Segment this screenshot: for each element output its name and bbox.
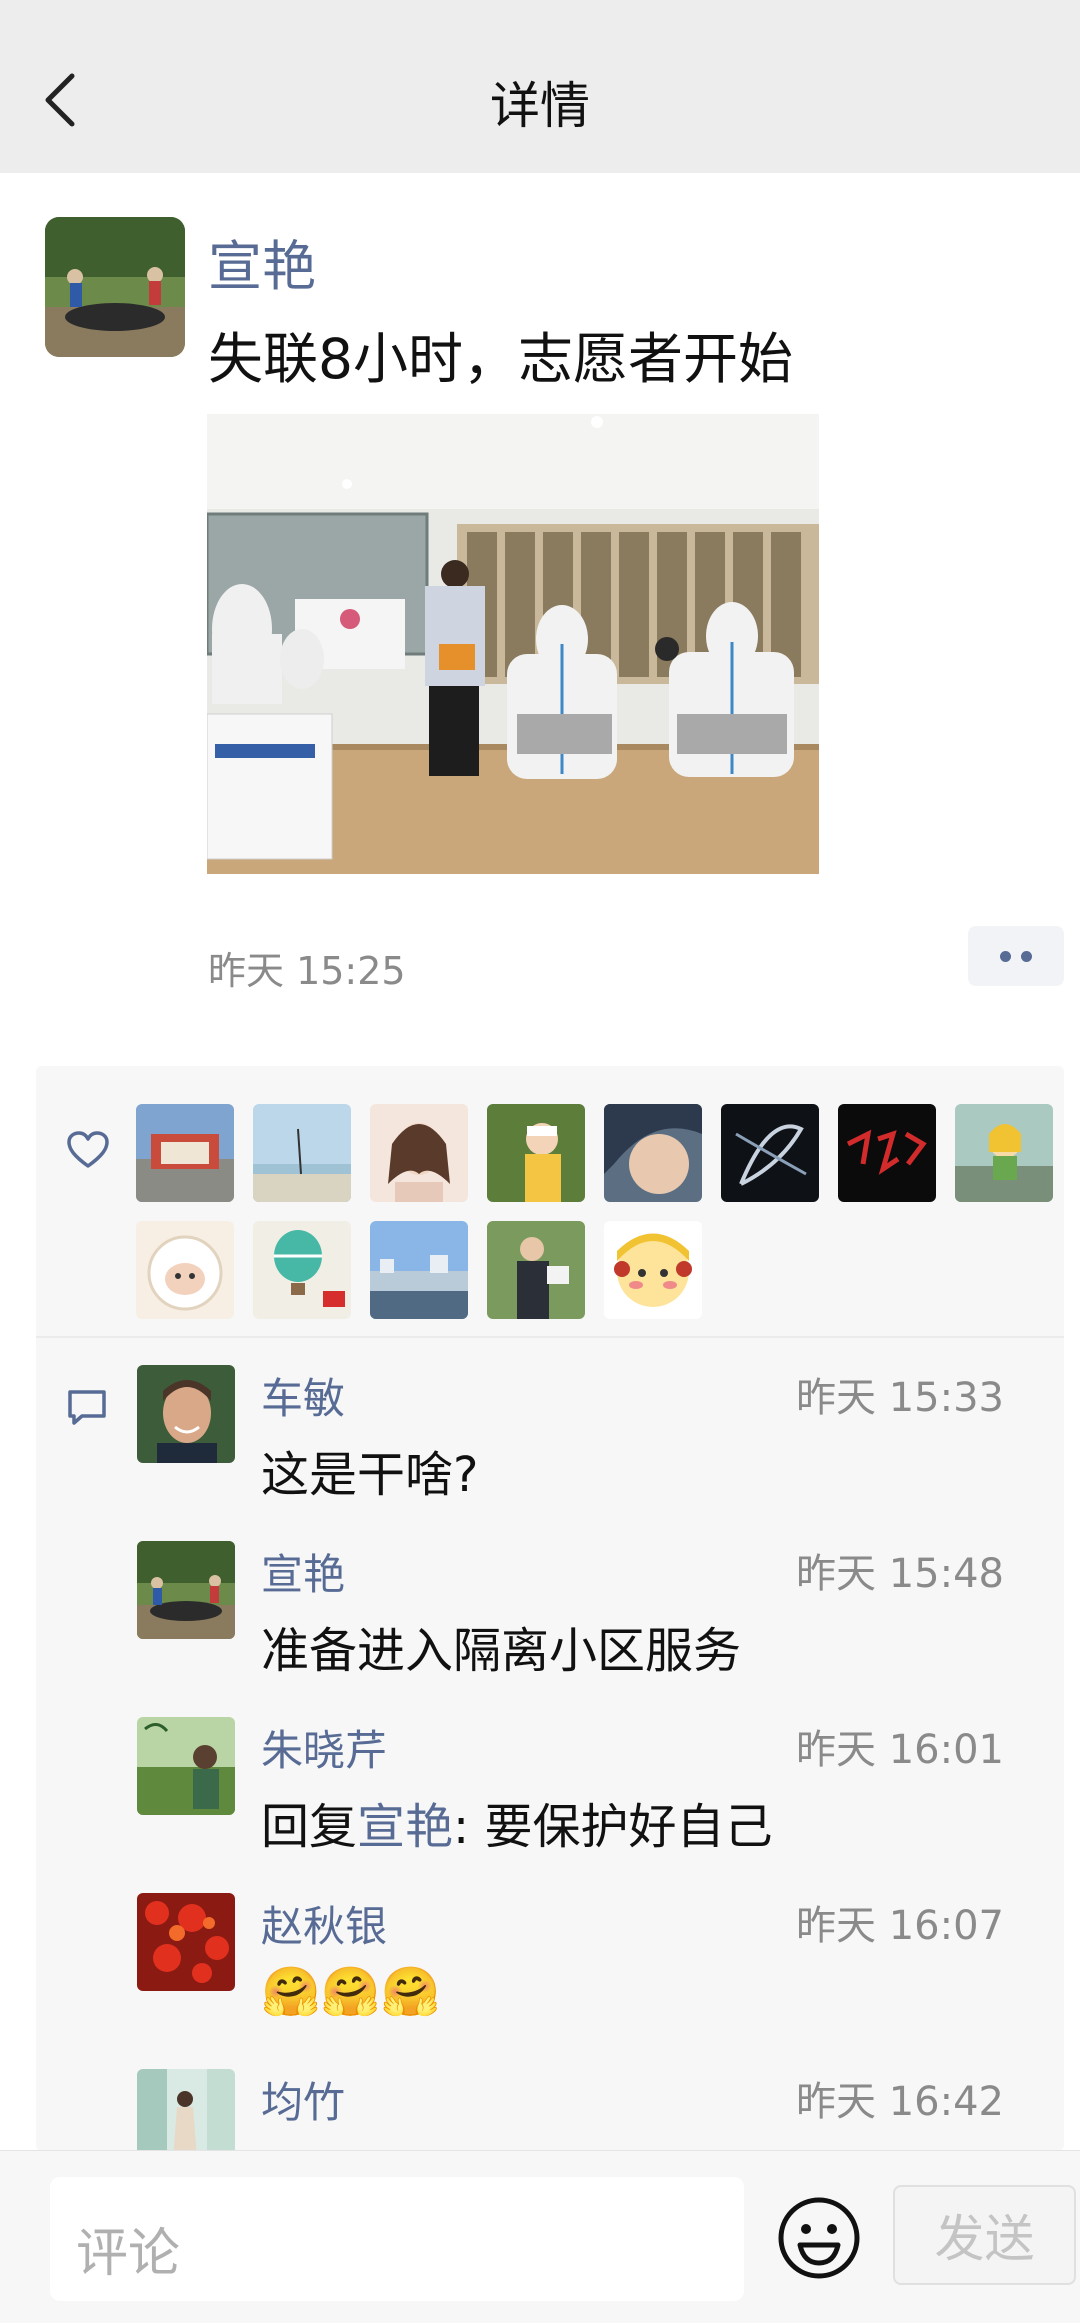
liker-avatar[interactable] [136, 1104, 234, 1202]
comment-author[interactable]: 宣艳 [261, 1541, 345, 1602]
liker-avatar[interactable] [253, 1104, 351, 1202]
commenter-avatar[interactable] [137, 1541, 235, 1639]
comment-placeholder: 评论 [76, 2224, 181, 2284]
more-actions-button[interactable] [968, 926, 1064, 986]
comment-author[interactable]: 车敏 [261, 1365, 345, 1426]
smiley-icon [778, 2197, 860, 2279]
liker-avatar[interactable] [604, 1104, 702, 1202]
commenter-avatar[interactable] [137, 2069, 235, 2151]
liker-avatar[interactable] [721, 1104, 819, 1202]
emoji-button[interactable] [776, 2195, 862, 2281]
post-text: 失联8小时，志愿者开始 [208, 327, 793, 391]
comment-item[interactable]: 赵秋银 昨天 16:07 🤗🤗🤗 [36, 1893, 1064, 2069]
heart-icon [67, 1131, 109, 1168]
page-title: 详情 [490, 77, 590, 135]
dot-icon [1000, 950, 1011, 962]
comment-time: 昨天 16:07 [796, 1903, 1004, 1949]
liker-avatar[interactable] [370, 1104, 468, 1202]
comment-author[interactable]: 朱晓芹 [261, 1717, 387, 1778]
author-avatar[interactable] [45, 217, 185, 357]
comment-text: 回复宣艳: 要保护好自己 [261, 1787, 772, 1857]
comment-item[interactable]: 朱晓芹 昨天 16:01 回复宣艳: 要保护好自己 [36, 1717, 1064, 1893]
divider [36, 1336, 1064, 1338]
liker-avatar[interactable] [136, 1221, 234, 1319]
post-timestamp: 昨天 15:25 [208, 949, 406, 993]
interactions-panel: 车敏 昨天 15:33 这是干啥? 宣艳 昨天 15:48 准备进入隔离小区服务… [36, 1066, 1064, 2151]
liker-avatar[interactable] [955, 1104, 1053, 1202]
comment-text: 准备进入隔离小区服务 [261, 1623, 742, 1679]
reply-body: : 要保护好自己 [453, 1799, 773, 1855]
hug-emoji: 🤗🤗🤗 [261, 1964, 441, 2020]
liker-avatar[interactable] [253, 1221, 351, 1319]
comment-author[interactable]: 赵秋银 [261, 1893, 387, 1954]
post-author-name[interactable]: 宣艳 [208, 222, 316, 301]
commenter-avatar[interactable] [137, 1717, 235, 1815]
nav-header: 详情 [0, 0, 1080, 173]
liker-avatar[interactable] [370, 1221, 468, 1319]
send-button[interactable]: 发送 [893, 2185, 1076, 2285]
comment-time: 昨天 16:42 [796, 2079, 1004, 2125]
comment-author[interactable]: 均竹 [261, 2069, 345, 2130]
liker-avatar[interactable] [487, 1221, 585, 1319]
comment-time: 昨天 15:48 [796, 1551, 1004, 1597]
commenter-avatar[interactable] [137, 1365, 235, 1463]
comment-text: 这是干啥? [261, 1447, 479, 1503]
liker-avatar[interactable] [487, 1104, 585, 1202]
comment-composer: 评论 发送 [0, 2150, 1080, 2323]
dot-icon [1021, 950, 1032, 962]
comment-item[interactable]: 均竹 昨天 16:42 [36, 2069, 1064, 2151]
post-photo[interactable] [207, 414, 819, 874]
comment-input[interactable]: 评论 [50, 2177, 744, 2301]
commenter-avatar[interactable] [137, 1893, 235, 1991]
comment-item[interactable]: 宣艳 昨天 15:48 准备进入隔离小区服务 [36, 1541, 1064, 1717]
liker-avatar[interactable] [604, 1221, 702, 1319]
comment-item[interactable]: 车敏 昨天 15:33 这是干啥? [36, 1365, 1064, 1541]
comment-time: 昨天 16:01 [796, 1727, 1004, 1773]
reply-prefix: 回复 [261, 1799, 358, 1855]
comment-time: 昨天 15:33 [796, 1375, 1004, 1421]
reply-mention[interactable]: 宣艳 [357, 1799, 453, 1855]
liker-avatar[interactable] [838, 1104, 936, 1202]
